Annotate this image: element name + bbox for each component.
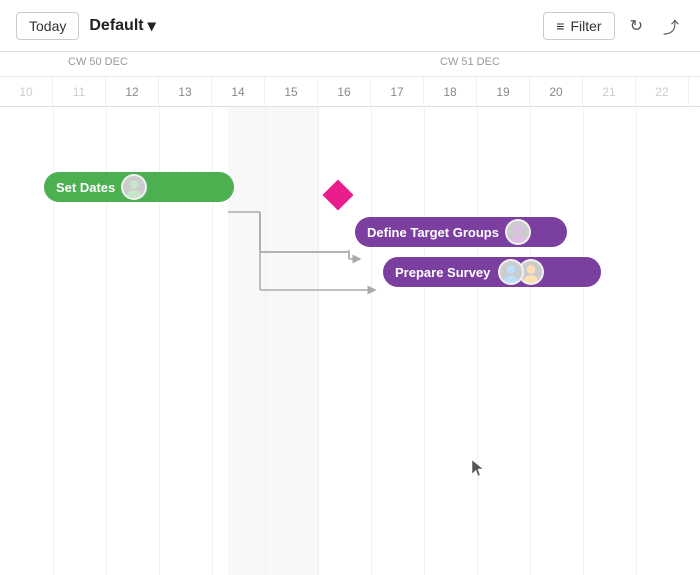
grid-line-5 — [265, 107, 266, 575]
timeline-header: CW 50 DEC CW 51 DEC 10 11 12 13 14 15 16… — [0, 52, 700, 107]
avatar-set-dates — [121, 174, 147, 200]
milestone-diamond[interactable] — [322, 179, 353, 210]
day-12: 12 — [106, 77, 159, 107]
grid-line-9 — [477, 107, 478, 575]
today-button[interactable]: Today — [16, 12, 79, 40]
task-prepare-survey-label: Prepare Survey — [395, 265, 490, 280]
filter-button[interactable]: ≡ Filter — [543, 12, 614, 40]
header-left: Today Default ▾ — [16, 12, 156, 40]
day-10: 10 — [0, 77, 53, 107]
day-20: 20 — [530, 77, 583, 107]
avatar-define-target — [505, 219, 531, 245]
task-set-dates-label: Set Dates — [56, 180, 115, 195]
cursor — [472, 460, 484, 478]
default-view-button[interactable]: Default ▾ — [89, 16, 155, 36]
today-highlight — [228, 107, 318, 575]
day-19: 19 — [477, 77, 530, 107]
grid-line-7 — [371, 107, 372, 575]
header: Today Default ▾ ≡ Filter ↻ ⤴ — [0, 0, 700, 52]
day-18: 18 — [424, 77, 477, 107]
task-prepare-survey[interactable]: Prepare Survey — [383, 257, 601, 287]
day-13: 13 — [159, 77, 212, 107]
default-label: Default — [89, 17, 143, 35]
grid-line-11 — [583, 107, 584, 575]
header-right: ≡ Filter ↻ ⤴ — [543, 9, 684, 43]
chevron-down-icon: ▾ — [148, 16, 156, 36]
app-container: Today Default ▾ ≡ Filter ↻ ⤴ CW 50 DEC C… — [0, 0, 700, 575]
task-define-target-label: Define Target Groups — [367, 225, 499, 240]
grid-line-8 — [424, 107, 425, 575]
day-15: 15 — [265, 77, 318, 107]
day-11: 11 — [53, 77, 106, 107]
task-define-target[interactable]: Define Target Groups — [355, 217, 567, 247]
filter-icon: ≡ — [556, 18, 564, 34]
grid-line-6 — [318, 107, 319, 575]
day-row: 10 11 12 13 14 15 16 17 18 19 20 21 22 — [0, 77, 700, 107]
day-22: 22 — [636, 77, 689, 107]
avatars-prepare-survey — [498, 259, 544, 285]
grid-line-10 — [530, 107, 531, 575]
day-17: 17 — [371, 77, 424, 107]
day-14: 14 — [212, 77, 265, 107]
grid-line-12 — [636, 107, 637, 575]
refresh-button[interactable]: ↻ — [625, 11, 648, 41]
filter-label: Filter — [570, 18, 601, 34]
cw-50-label: CW 50 DEC — [68, 56, 128, 68]
cw-51-label: CW 51 DEC — [440, 56, 500, 68]
avatar-prepare-survey-1 — [498, 259, 524, 285]
gantt-chart: CW 50 DEC CW 51 DEC 10 11 12 13 14 15 16… — [0, 52, 700, 575]
day-21: 21 — [583, 77, 636, 107]
share-button[interactable]: ⤴ — [658, 9, 684, 43]
day-16: 16 — [318, 77, 371, 107]
task-set-dates[interactable]: Set Dates — [44, 172, 234, 202]
